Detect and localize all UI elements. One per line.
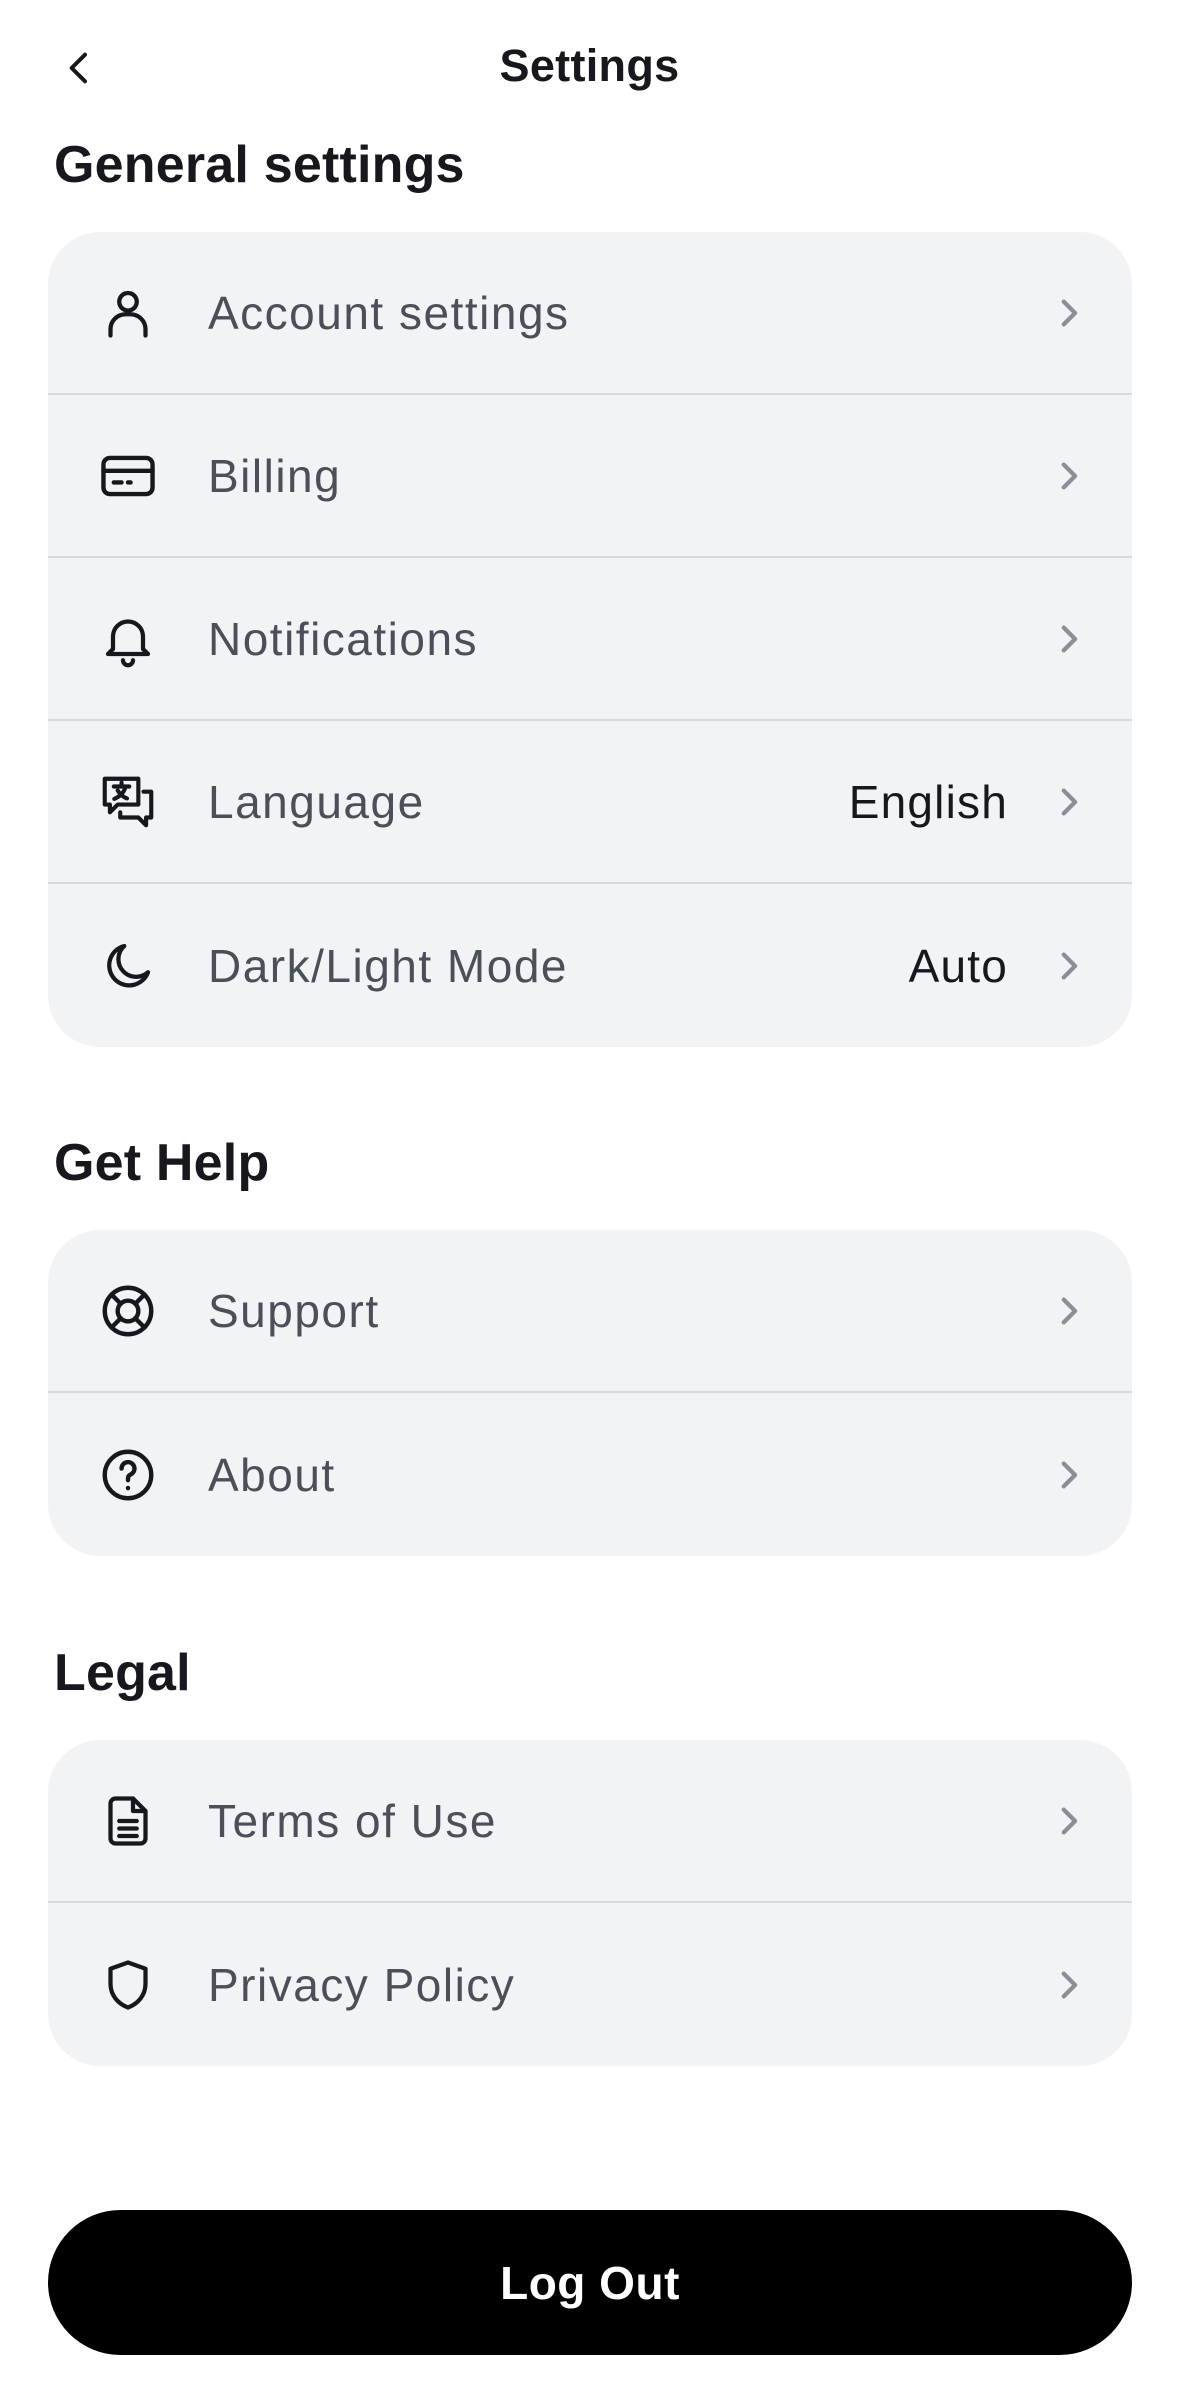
section-title-get-help: Get Help: [54, 1134, 270, 1192]
section-title-general: General settings: [54, 136, 465, 194]
section-title-legal: Legal: [54, 1644, 191, 1702]
get-help-group: Support About: [48, 1230, 1132, 1556]
settings-item-account[interactable]: Account settings: [48, 232, 1132, 395]
settings-item-label: Support: [208, 1284, 380, 1337]
settings-item-notifications[interactable]: Notifications: [48, 558, 1132, 721]
settings-item-label: Language: [208, 775, 425, 828]
moon-icon: [96, 934, 160, 998]
chevron-right-icon: [1044, 1961, 1092, 2009]
logout-button[interactable]: Log Out: [48, 2210, 1132, 2355]
settings-item-label: About: [208, 1448, 336, 1501]
page-title: Settings: [499, 40, 680, 91]
user-icon: [96, 281, 160, 345]
chevron-right-icon: [1044, 1451, 1092, 1499]
chevron-right-icon: [1044, 289, 1092, 337]
shield-icon: [96, 1953, 160, 2017]
general-settings-group: Account settings Billing Notifications L…: [48, 232, 1132, 1047]
bell-icon: [96, 607, 160, 671]
settings-screen: Settings General settings Account settin…: [0, 0, 1179, 2396]
settings-item-label: Billing: [208, 449, 342, 502]
credit-card-icon: [96, 444, 160, 508]
help-circle-icon: [96, 1443, 160, 1507]
settings-item-dark-light-mode[interactable]: Dark/Light Mode Auto: [48, 884, 1132, 1047]
settings-item-privacy-policy[interactable]: Privacy Policy: [48, 1903, 1132, 2066]
settings-item-value: Auto: [908, 939, 1008, 992]
settings-item-label: Terms of Use: [208, 1794, 497, 1847]
settings-item-label: Dark/Light Mode: [208, 939, 568, 992]
lifebuoy-icon: [96, 1279, 160, 1343]
chevron-right-icon: [1044, 452, 1092, 500]
settings-item-terms-of-use[interactable]: Terms of Use: [48, 1740, 1132, 1903]
settings-item-billing[interactable]: Billing: [48, 395, 1132, 558]
legal-group: Terms of Use Privacy Policy: [48, 1740, 1132, 2066]
document-icon: [96, 1789, 160, 1853]
chevron-right-icon: [1044, 615, 1092, 663]
chevron-right-icon: [1044, 1287, 1092, 1335]
chevron-right-icon: [1044, 1797, 1092, 1845]
settings-item-language[interactable]: Language English: [48, 721, 1132, 884]
chevron-right-icon: [1044, 942, 1092, 990]
language-icon: [96, 770, 160, 834]
settings-item-label: Account settings: [208, 286, 570, 339]
chevron-right-icon: [1044, 778, 1092, 826]
settings-item-about[interactable]: About: [48, 1393, 1132, 1556]
settings-item-support[interactable]: Support: [48, 1230, 1132, 1393]
settings-item-label: Privacy Policy: [208, 1958, 516, 2011]
settings-item-label: Notifications: [208, 612, 479, 665]
header: Settings: [0, 0, 1179, 140]
settings-item-value: English: [848, 775, 1008, 828]
